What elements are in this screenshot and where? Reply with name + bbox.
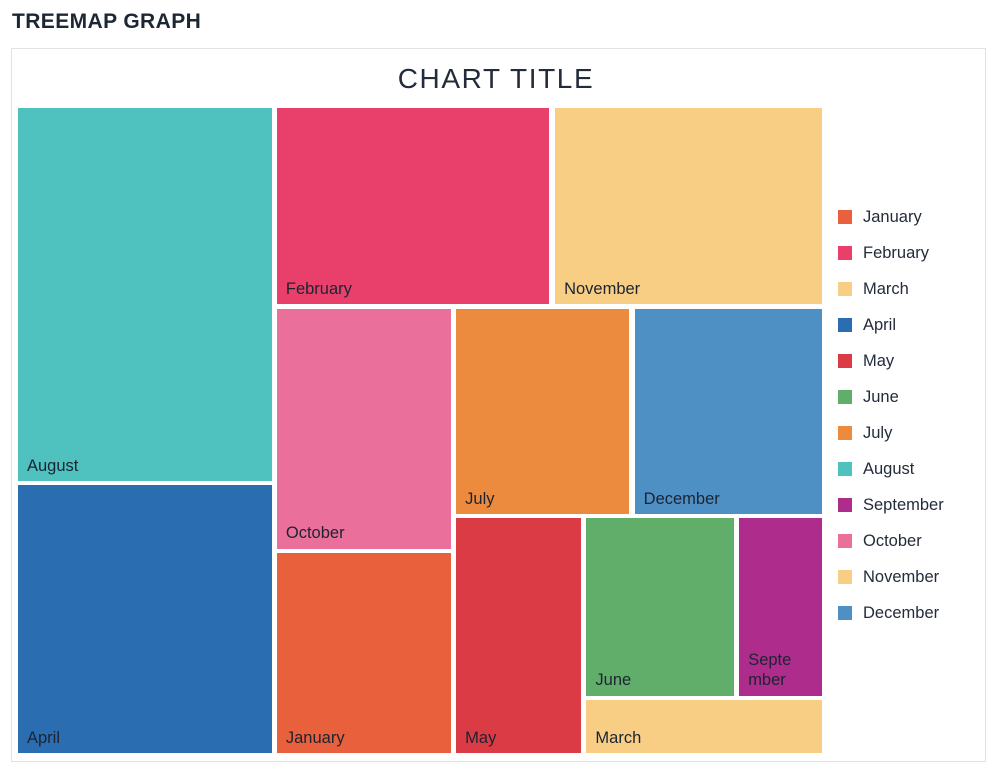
treemap-tile-label: August (27, 456, 78, 476)
legend-swatch-icon (838, 462, 852, 476)
treemap-tile-label: March (595, 728, 641, 748)
legend-item-label: September (863, 496, 944, 515)
legend-item-label: August (863, 460, 914, 479)
treemap-tile-label: February (286, 279, 352, 299)
legend-item-label: June (863, 388, 899, 407)
legend-item-july[interactable]: July (838, 415, 988, 451)
legend-item-september[interactable]: September (838, 487, 988, 523)
legend-item-label: March (863, 280, 909, 299)
legend-item-label: February (863, 244, 929, 263)
legend-item-label: July (863, 424, 892, 443)
treemap-tile[interactable]: September (739, 518, 822, 695)
legend-item-june[interactable]: June (838, 379, 988, 415)
treemap-tile[interactable]: December (635, 309, 822, 514)
legend-item-october[interactable]: October (838, 523, 988, 559)
legend-item-label: May (863, 352, 894, 371)
legend-swatch-icon (838, 318, 852, 332)
treemap-tile-label: July (465, 489, 494, 509)
legend-item-may[interactable]: May (838, 343, 988, 379)
legend-swatch-icon (838, 606, 852, 620)
legend-item-label: December (863, 604, 939, 623)
legend-item-august[interactable]: August (838, 451, 988, 487)
legend-item-label: January (863, 208, 922, 227)
treemap-plot-area: August April February October January July May… (18, 108, 822, 753)
treemap-tile[interactable]: October (277, 309, 451, 549)
legend-swatch-icon (838, 390, 852, 404)
legend-item-february[interactable]: February (838, 235, 988, 271)
treemap-tile[interactable]: May (456, 518, 581, 753)
legend-item-november[interactable]: November (838, 559, 988, 595)
treemap-tile[interactable]: June (586, 518, 733, 695)
treemap-tile-label: June (595, 670, 631, 690)
treemap-tile-label: January (286, 728, 345, 748)
page-title: TREEMAP GRAPH (12, 10, 201, 34)
legend-swatch-icon (838, 570, 852, 584)
legend-swatch-icon (838, 354, 852, 368)
treemap-tile[interactable]: August (18, 108, 272, 481)
treemap-tile-label: October (286, 523, 345, 543)
legend-swatch-icon (838, 210, 852, 224)
legend-swatch-icon (838, 534, 852, 548)
treemap-tile[interactable]: March (586, 700, 822, 753)
treemap-tile-label: November (564, 279, 640, 299)
legend-item-march[interactable]: March (838, 271, 988, 307)
legend-swatch-icon (838, 282, 852, 296)
legend-swatch-icon (838, 498, 852, 512)
treemap-tile-label: April (27, 728, 60, 748)
legend-swatch-icon (838, 426, 852, 440)
treemap-tile[interactable]: July (456, 309, 629, 514)
legend-item-december[interactable]: December (838, 595, 988, 631)
legend-item-january[interactable]: January (838, 199, 988, 235)
legend-item-label: April (863, 316, 896, 335)
treemap-tile[interactable]: January (277, 553, 451, 753)
chart-card: CHART TITLE AugustAprilFebruaryOctoberJa… (11, 48, 986, 762)
treemap-tile-label: May (465, 728, 496, 748)
legend-swatch-icon (838, 246, 852, 260)
treemap-tile-label: September (748, 650, 804, 690)
treemap-tile[interactable]: November (555, 108, 822, 304)
treemap-tile[interactable]: April (18, 485, 272, 753)
legend-item-april[interactable]: April (838, 307, 988, 343)
legend-item-label: November (863, 568, 939, 587)
treemap-tile[interactable]: February (277, 108, 549, 304)
legend-item-label: October (863, 532, 922, 551)
chart-legend: January February March April May June July Augu… (838, 199, 988, 631)
treemap-tile-label: December (644, 489, 720, 509)
chart-title: CHART TITLE (12, 63, 980, 95)
